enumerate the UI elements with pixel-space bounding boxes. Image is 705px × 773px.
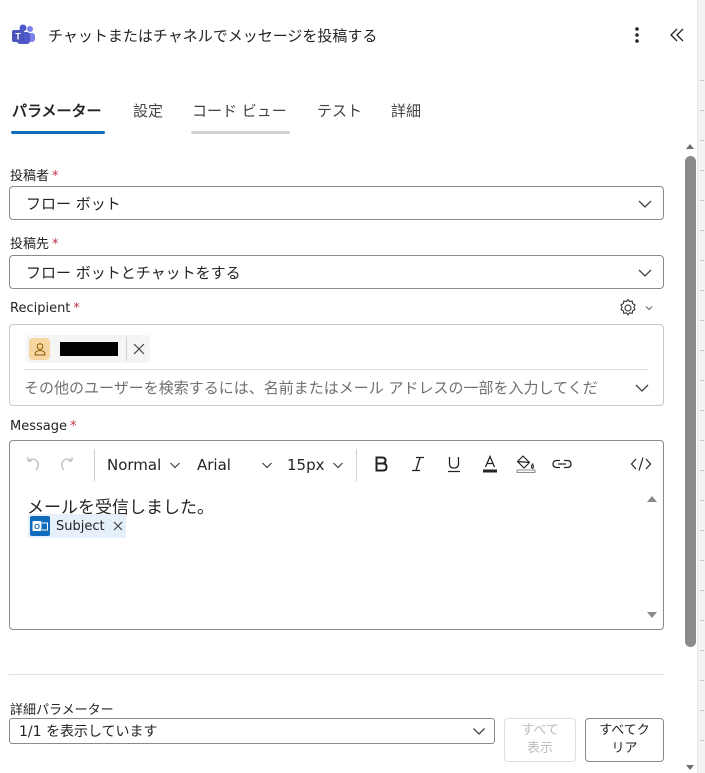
- double-chevron-left-icon: [670, 28, 684, 42]
- tab-test[interactable]: テスト: [317, 100, 362, 121]
- collapse-panel-button[interactable]: [664, 22, 690, 48]
- gear-icon: [620, 298, 636, 316]
- bold-icon: [375, 456, 388, 472]
- close-icon: [113, 521, 123, 531]
- recipient-picker[interactable]: その他のユーザーを検索するには、名前またはメール アドレスの一部を入力してくだ: [9, 324, 664, 406]
- active-tab-indicator: [11, 131, 105, 134]
- tab-hover-indicator: [191, 131, 290, 134]
- outlook-icon: O: [30, 516, 50, 536]
- tab-parameters[interactable]: パラメーター: [12, 100, 102, 121]
- recipient-settings-button[interactable]: [618, 297, 660, 319]
- clear-all-button[interactable]: すべてク リア: [585, 718, 664, 762]
- scrollbar-thumb[interactable]: [685, 156, 696, 647]
- avatar: [29, 338, 51, 360]
- chevron-down-icon: [262, 462, 272, 469]
- show-all-button[interactable]: すべて 表示: [504, 718, 576, 762]
- tab-details[interactable]: 詳細: [391, 100, 421, 121]
- more-options-button[interactable]: [626, 22, 648, 48]
- scroll-up-icon[interactable]: [685, 142, 695, 150]
- redo-icon: [61, 457, 73, 471]
- chevron-down-icon: [170, 462, 181, 469]
- chevron-down-icon: [638, 269, 652, 277]
- tab-settings[interactable]: 設定: [133, 100, 163, 121]
- svg-text:T: T: [15, 32, 21, 42]
- highlight-color-button[interactable]: [514, 453, 538, 475]
- chevron-down-icon: [332, 462, 343, 469]
- tab-code-view[interactable]: コード ビュー: [192, 100, 287, 121]
- code-icon: [630, 457, 652, 471]
- section-divider: [9, 674, 664, 675]
- chevron-down-icon: [638, 200, 652, 208]
- chevron-down-icon: [645, 306, 653, 311]
- paint-bucket-icon: [516, 455, 536, 473]
- bold-button[interactable]: [370, 453, 392, 475]
- code-view-toggle-button[interactable]: [629, 453, 653, 475]
- more-vertical-icon: [635, 27, 639, 43]
- advanced-parameters-value: 1/1 を表示しています: [19, 724, 158, 740]
- person-icon: [34, 343, 46, 356]
- font-color-button[interactable]: [479, 453, 501, 475]
- post-in-select[interactable]: フロー ボットとチャットをする: [9, 255, 664, 289]
- remove-token-button[interactable]: [113, 521, 123, 531]
- editor-scroll-down-icon[interactable]: [646, 611, 658, 620]
- chevron-down-icon[interactable]: [634, 380, 650, 396]
- recipient-chip[interactable]: [26, 335, 150, 363]
- post-in-label: 投稿先 *: [10, 237, 59, 252]
- dynamic-content-token-subject[interactable]: O Subject: [28, 514, 126, 538]
- italic-icon: [412, 456, 424, 472]
- post-as-label: 投稿者 *: [10, 169, 59, 184]
- recipient-label: Recipient *: [10, 301, 80, 316]
- advanced-parameters-select[interactable]: 1/1 を表示しています: [9, 718, 495, 744]
- chevron-down-icon: [473, 728, 485, 735]
- panel-edge: [697, 0, 705, 773]
- undo-button[interactable]: [22, 453, 44, 475]
- scroll-down-icon[interactable]: [685, 764, 695, 772]
- link-icon: [552, 459, 572, 469]
- recipient-search-input[interactable]: その他のユーザーを検索するには、名前またはメール アドレスの一部を入力してくだ: [24, 377, 630, 398]
- font-dropdown[interactable]: Arial: [197, 453, 273, 477]
- italic-button[interactable]: [407, 453, 429, 475]
- message-editor[interactable]: Normal Arial 15px メールを受信しました。 O Subject: [9, 440, 664, 630]
- underline-button[interactable]: [443, 453, 465, 475]
- advanced-parameters-label: 詳細パラメーター: [10, 703, 114, 718]
- message-label: Message *: [10, 419, 77, 434]
- font-size-dropdown[interactable]: 15px: [287, 453, 344, 477]
- redacted-name: [60, 342, 118, 356]
- remove-recipient-button[interactable]: [129, 338, 150, 360]
- redo-button[interactable]: [56, 453, 78, 475]
- post-in-value: フロー ボットとチャットをする: [26, 263, 241, 282]
- undo-icon: [27, 457, 39, 471]
- underline-icon: [448, 456, 460, 472]
- teams-icon: T: [11, 24, 37, 46]
- svg-text:O: O: [34, 522, 40, 531]
- font-color-icon: [483, 455, 497, 473]
- close-icon: [133, 343, 145, 355]
- format-dropdown[interactable]: Normal: [107, 453, 181, 477]
- page-title: チャットまたはチャネルでメッセージを投稿する: [48, 27, 378, 45]
- editor-scroll-up-icon[interactable]: [646, 494, 658, 503]
- post-as-value: フロー ボット: [26, 194, 121, 213]
- insert-link-button[interactable]: [549, 453, 575, 475]
- post-as-select[interactable]: フロー ボット: [9, 186, 664, 220]
